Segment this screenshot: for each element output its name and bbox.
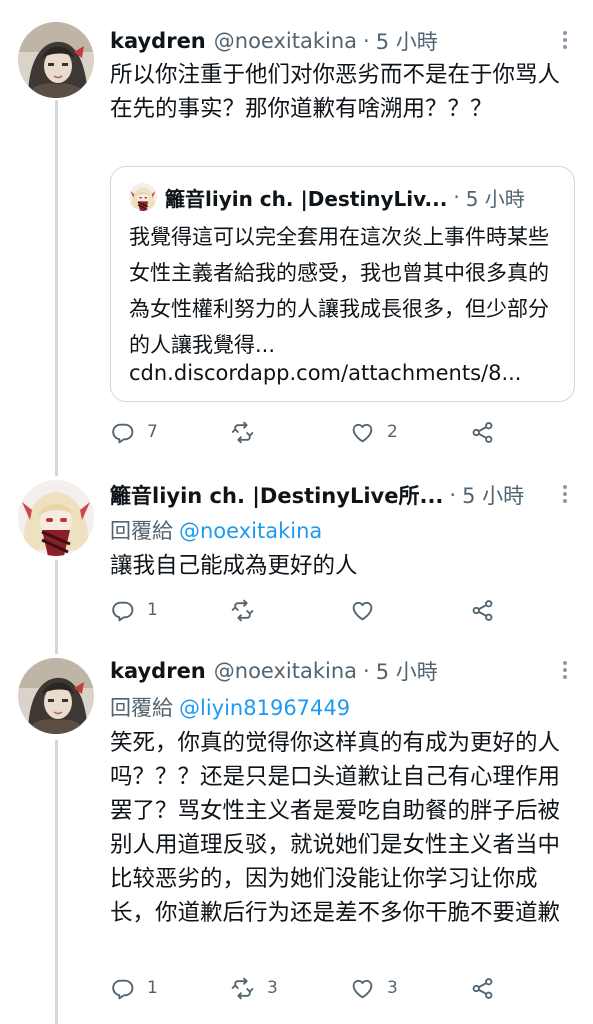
like-count: 2 [387,422,398,442]
share-icon [470,598,495,623]
tweet-actions: 1 [110,595,510,625]
separator-dot: · [363,659,370,683]
user-handle[interactable]: @noexitakina [214,29,357,53]
timestamp[interactable]: 5 小時 [462,480,524,510]
quoted-tweet-link[interactable]: cdn.discordapp.com/attachments/8... [129,355,560,391]
like-button[interactable]: 2 [350,417,398,447]
separator-dot: · [449,483,457,507]
like-button[interactable] [350,595,387,625]
thread-connector-line [55,560,58,654]
replying-to-label: 回覆給 [110,519,173,543]
more-icon[interactable] [557,28,573,52]
reply-count: 1 [147,600,158,620]
share-icon [470,420,495,445]
heart-icon [350,420,375,445]
more-icon[interactable] [557,482,573,506]
like-button[interactable]: 3 [350,973,398,1003]
tweet-actions: 1 3 3 [110,973,510,1003]
retweet-button[interactable] [230,417,267,447]
reply-icon [110,976,135,1001]
retweet-button[interactable] [230,595,267,625]
avatar-image [129,183,157,211]
tweet-text: 笑死，你真的觉得你这样真的有成为更好的人吗？？？还是只是口头道歉让自己有心理作用… [110,730,561,926]
avatar-image [18,480,94,556]
more-icon[interactable] [557,658,573,682]
share-button[interactable] [470,417,495,447]
avatar-image [18,22,94,98]
quoted-timestamp: 5 小時 [465,186,525,211]
tweet-actions: 7 2 [110,417,510,447]
display-name[interactable]: 籬音liyin ch. |DestinyLive所... [110,480,443,510]
timestamp[interactable]: 5 小時 [376,656,438,686]
reply-button[interactable]: 1 [110,973,158,1003]
quoted-display-name: 籬音liyin ch. |DestinyLiv... [165,186,448,211]
avatar[interactable] [18,22,94,98]
tweet-header: 籬音liyin ch. |DestinyLive所... · 5 小時 [110,480,553,510]
quoted-tweet[interactable]: 籬音liyin ch. |DestinyLiv... · 5 小時 我覺得這可以… [110,166,575,402]
separator-dot: · [453,185,460,209]
separator-dot: · [363,29,370,53]
like-count: 3 [387,978,398,998]
avatar[interactable] [18,480,94,556]
heart-icon [350,976,375,1001]
quoted-avatar [129,183,157,211]
user-handle[interactable]: @noexitakina [214,659,357,683]
replying-to: 回覆給 @noexitakina [110,515,322,545]
heart-icon [350,598,375,623]
share-icon [470,976,495,1001]
thread-connector-line [55,100,58,476]
tweet-header: kaydren @noexitakina · 5 小時 [110,26,553,56]
replying-to-mention[interactable]: @noexitakina [179,519,322,543]
retweet-count: 3 [267,978,278,998]
reply-icon [110,598,135,623]
reply-button[interactable]: 7 [110,417,158,447]
retweet-icon [230,420,255,445]
avatar-image [18,658,94,734]
replying-to: 回覆給 @liyin81967449 [110,692,350,722]
retweet-icon [230,598,255,623]
share-button[interactable] [470,973,495,1003]
reply-button[interactable]: 1 [110,595,158,625]
tweet-text: 所以你注重于他们对你恶劣而不是在于你骂人在先的事实？那你道歉有啥溯用？？？ [110,62,561,122]
retweet-icon [230,976,255,1001]
quoted-tweet-text: 我覺得這可以完全套用在這次炎上事件時某些女性主義者給我的感受，我也曾其中很多真的… [129,225,549,357]
share-button[interactable] [470,595,495,625]
tweet-header: kaydren @noexitakina · 5 小時 [110,656,553,686]
display-name[interactable]: kaydren [110,659,206,683]
replying-to-mention[interactable]: @liyin81967449 [179,696,350,720]
avatar[interactable] [18,658,94,734]
reply-count: 7 [147,422,158,442]
tweet-text: 讓我自己能成為更好的人 [110,553,358,579]
replying-to-label: 回覆給 [110,696,173,720]
display-name[interactable]: kaydren [110,29,206,53]
timestamp[interactable]: 5 小時 [376,26,438,56]
thread-connector-line [55,740,58,1024]
reply-count: 1 [147,978,158,998]
retweet-button[interactable]: 3 [230,973,278,1003]
reply-icon [110,420,135,445]
quoted-tweet-header: 籬音liyin ch. |DestinyLiv... · 5 小時 [129,181,560,213]
